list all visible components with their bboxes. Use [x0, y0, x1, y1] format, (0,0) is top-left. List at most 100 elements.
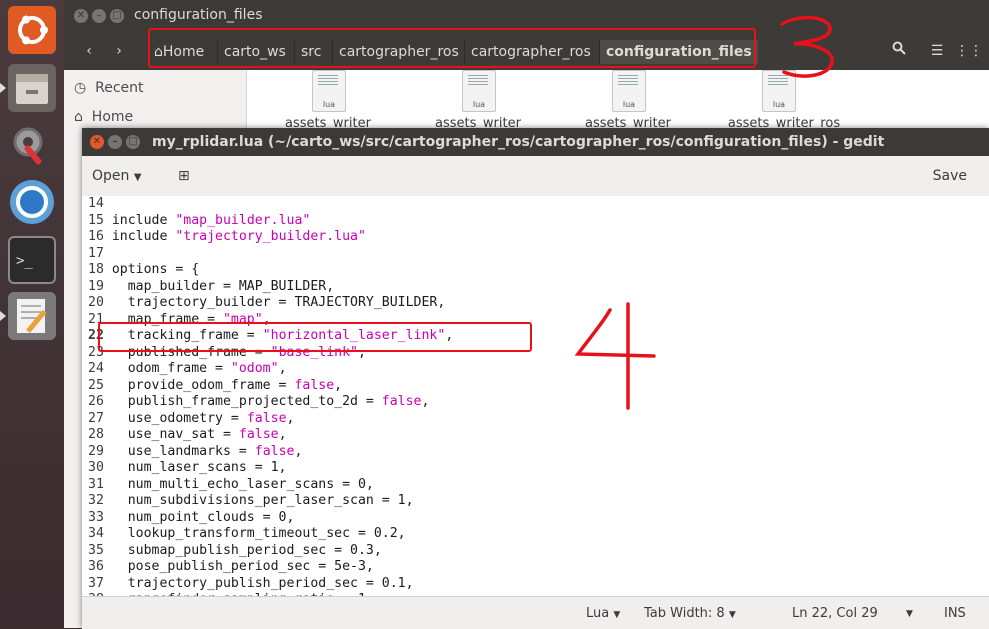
files-icon[interactable]	[0, 64, 56, 112]
code-text: map_builder = MAP_BUILDER,	[111, 278, 335, 294]
code-line[interactable]: 24 odom_frame = "odom",	[88, 361, 287, 378]
line-number: 18	[88, 262, 112, 277]
annotation-tracking-frame-box	[98, 322, 532, 352]
settings-icon[interactable]	[8, 120, 56, 168]
maximize-icon[interactable]: □	[126, 135, 140, 149]
line-number: 29	[88, 443, 112, 459]
code-text: provide_odom_frame = false,	[111, 377, 343, 393]
code-line[interactable]: 19 map_builder = MAP_BUILDER,	[88, 279, 334, 296]
gedit-toolbar: Open ▼ ⊞ Save	[82, 156, 989, 197]
code-text: use_nav_sat = false,	[111, 427, 287, 442]
line-number: 35	[88, 542, 112, 558]
text-editor-icon[interactable]	[0, 292, 56, 340]
terminal-icon[interactable]: >_	[8, 236, 56, 284]
open-button[interactable]: Open ▼	[92, 164, 142, 188]
line-number: 24	[88, 361, 112, 376]
line-number: 15	[88, 212, 112, 228]
line-number: 16	[88, 229, 112, 244]
status-bar: Lua ▼ Tab Width: 8 ▼ Ln 22, Col 29 ▼ INS	[82, 596, 989, 629]
line-number: 17	[88, 245, 112, 261]
code-text: num_subdivisions_per_laser_scan = 1,	[111, 493, 414, 508]
code-line[interactable]: 20 trajectory_builder = TRAJECTORY_BUILD…	[88, 295, 445, 312]
code-text: trajectory_publish_period_sec = 0.1,	[111, 575, 414, 591]
gedit-title: my_rplidar.lua (~/carto_ws/src/cartograp…	[152, 134, 885, 150]
svg-text:>_: >_	[16, 253, 33, 269]
code-text: trajectory_builder = TRAJECTORY_BUILDER,	[111, 295, 446, 310]
line-number: 36	[88, 559, 112, 574]
cursor-position[interactable]: Ln 22, Col 29	[792, 605, 878, 623]
code-line[interactable]: 30 num_laser_scans = 1,	[88, 460, 287, 477]
code-text: options = {	[111, 262, 200, 277]
language-selector[interactable]: Lua ▼	[586, 605, 620, 623]
chevron-down-icon: ▼	[133, 172, 142, 183]
line-number: 25	[88, 377, 112, 393]
minimize-icon[interactable]: –	[92, 9, 106, 23]
gedit-titlebar: ✕ – □ my_rplidar.lua (~/carto_ws/src/car…	[82, 128, 989, 156]
line-number: 37	[88, 575, 112, 591]
code-line[interactable]: 36 pose_publish_period_sec = 5e-3,	[88, 559, 374, 576]
chevron-down-icon[interactable]: ▼	[906, 605, 913, 623]
lua-file-icon[interactable]: lua	[312, 70, 346, 112]
code-line[interactable]: 14	[88, 196, 112, 213]
save-button[interactable]: Save	[933, 164, 967, 188]
line-number: 27	[88, 410, 112, 426]
line-number: 34	[88, 526, 112, 541]
back-button[interactable]: ‹	[74, 38, 104, 64]
code-line[interactable]: 16 include "trajectory_builder.lua"	[88, 229, 366, 246]
code-text: num_laser_scans = 1,	[111, 460, 287, 475]
clock-icon: ◷	[74, 80, 87, 96]
code-editor[interactable]: 14 15 include "map_builder.lua" 16 includ…	[82, 196, 989, 596]
code-line[interactable]: 25 provide_odom_frame = false,	[88, 378, 342, 395]
sidebar-item-home[interactable]: ⌂ Home	[74, 105, 133, 129]
search-icon[interactable]	[884, 38, 914, 64]
ubuntu-logo-icon[interactable]	[8, 6, 56, 54]
code-line[interactable]: 34 lookup_transform_timeout_sec = 0.2,	[88, 526, 406, 543]
launcher: >_	[0, 0, 64, 628]
chevron-down-icon: ▼	[728, 610, 736, 620]
code-text: num_point_clouds = 0,	[111, 509, 295, 525]
code-text: num_multi_echo_laser_scans = 0,	[111, 476, 374, 492]
annotation-number-3: 3	[780, 15, 834, 78]
code-line[interactable]: 28 use_nav_sat = false,	[88, 427, 287, 444]
line-number: 19	[88, 278, 112, 294]
sidebar-item-recent[interactable]: ◷ Recent	[74, 76, 144, 100]
line-number: 33	[88, 509, 112, 525]
line-number: 20	[88, 295, 112, 310]
insert-mode: INS	[944, 606, 966, 621]
grid-view-icon[interactable]: ⋮⋮	[954, 38, 984, 64]
code-text: odom_frame = "odom",	[111, 361, 287, 376]
code-line[interactable]: 35 submap_publish_period_sec = 0.3,	[88, 543, 382, 560]
home-icon: ⌂	[74, 109, 83, 125]
code-line[interactable]: 27 use_odometry = false,	[88, 411, 294, 428]
new-tab-icon[interactable]: ⊞	[178, 164, 190, 188]
code-line[interactable]: 17	[88, 246, 112, 263]
code-line[interactable]: 33 num_point_clouds = 0,	[88, 510, 294, 527]
code-line[interactable]: 32 num_subdivisions_per_laser_scan = 1,	[88, 493, 414, 510]
code-text: submap_publish_period_sec = 0.3,	[111, 542, 382, 558]
tab-width-selector[interactable]: Tab Width: 8 ▼	[644, 605, 736, 623]
maximize-icon[interactable]: □	[110, 9, 124, 23]
code-line[interactable]: 37 trajectory_publish_period_sec = 0.1,	[88, 576, 414, 593]
annotation-breadcrumb-box	[148, 28, 756, 68]
code-line[interactable]: 31 num_multi_echo_laser_scans = 0,	[88, 477, 374, 494]
chromium-icon[interactable]	[8, 178, 56, 226]
list-view-icon[interactable]: ☰	[922, 38, 952, 64]
chevron-down-icon: ▼	[613, 610, 621, 620]
gedit-window: ✕ – □ my_rplidar.lua (~/carto_ws/src/car…	[82, 128, 989, 629]
lua-file-icon[interactable]: lua	[462, 70, 496, 112]
line-number: 30	[88, 460, 112, 475]
forward-button[interactable]: ›	[104, 38, 134, 64]
code-text: include "trajectory_builder.lua"	[111, 229, 366, 244]
code-line[interactable]: 29 use_landmarks = false,	[88, 444, 302, 461]
close-icon[interactable]: ✕	[90, 135, 104, 149]
code-line[interactable]: 26 publish_frame_projected_to_2d = false…	[88, 394, 429, 411]
code-text: include "map_builder.lua"	[111, 212, 311, 228]
code-line[interactable]: 15 include "map_builder.lua"	[88, 213, 310, 230]
code-text: pose_publish_period_sec = 5e-3,	[111, 559, 374, 574]
lua-file-icon[interactable]: lua	[612, 70, 646, 112]
minimize-icon[interactable]: –	[108, 135, 122, 149]
line-number: 28	[88, 427, 112, 442]
code-line[interactable]: 18 options = {	[88, 262, 199, 279]
close-icon[interactable]: ✕	[74, 9, 88, 23]
fm-title: configuration_files	[134, 7, 263, 23]
